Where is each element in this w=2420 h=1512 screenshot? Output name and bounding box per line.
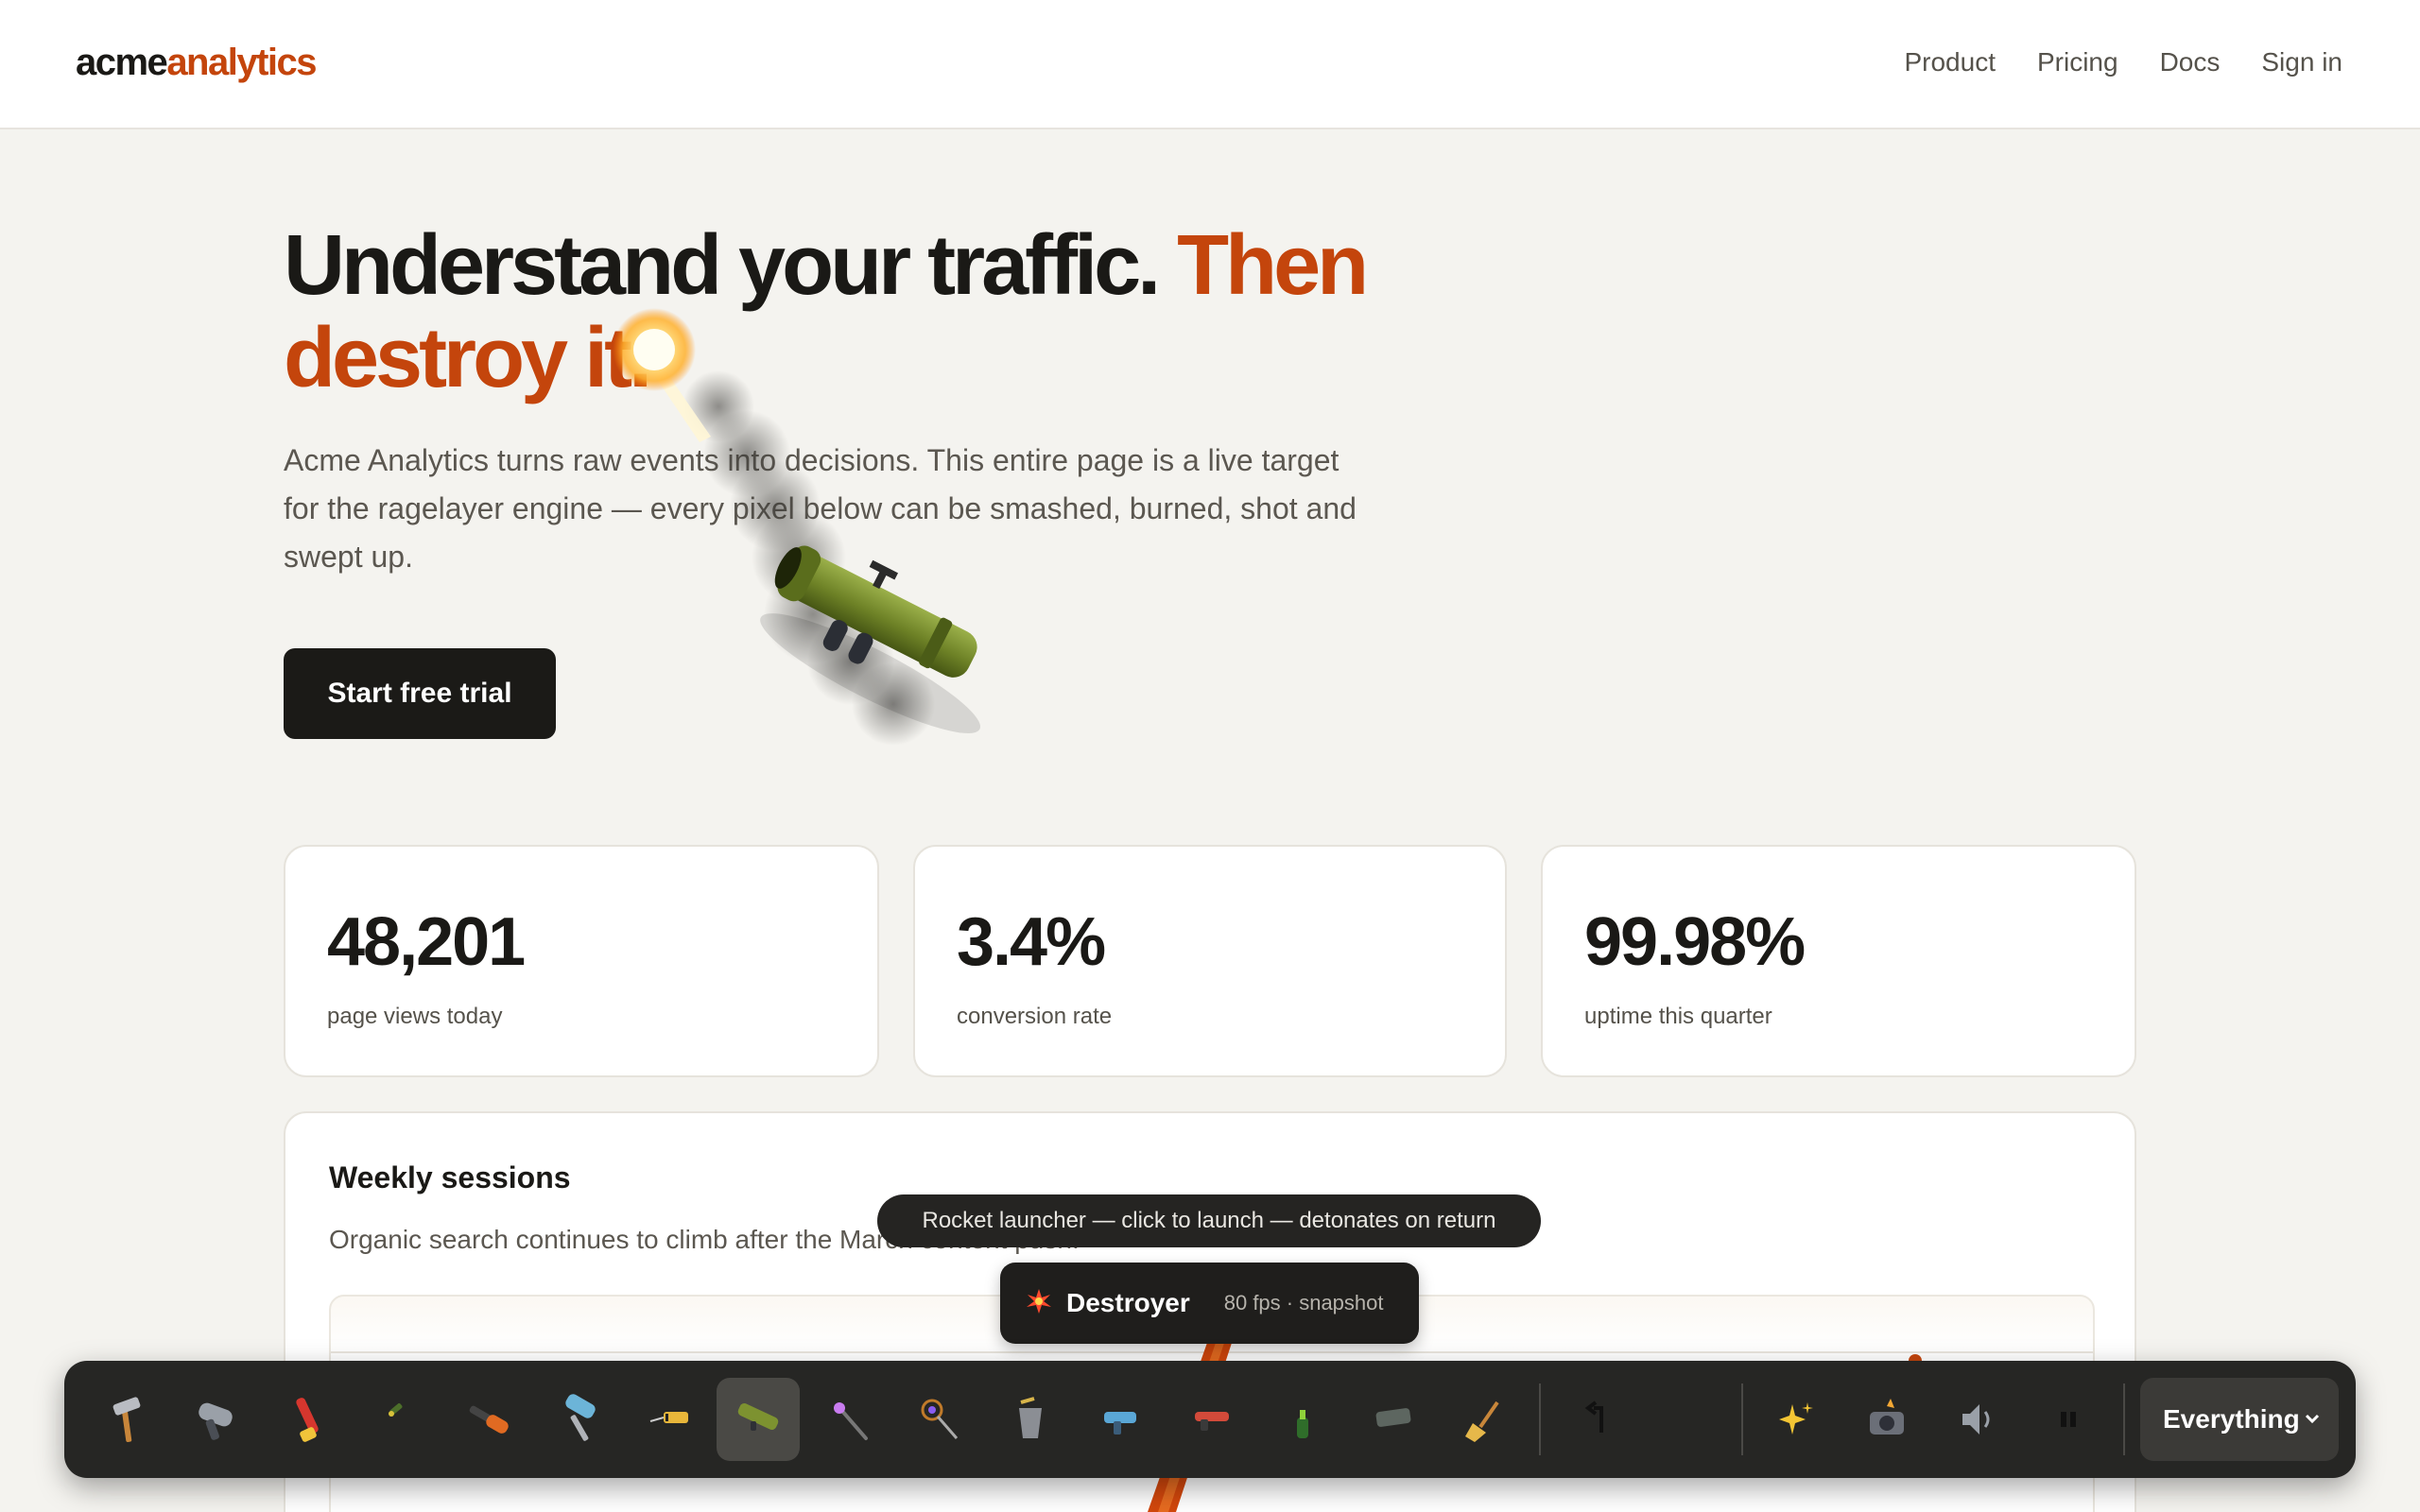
stat-value: 99.98% [1584,904,1806,980]
pause-icon[interactable] [2027,1378,2110,1461]
hero-subtitle: Acme Analytics turns raw events into dec… [284,443,1357,574]
hero-title-main: Understand your traffic. [284,218,1161,313]
stat-card-conversion: 3.4% conversion rate [913,845,1507,1077]
pistol-icon[interactable] [357,1378,441,1461]
rocket-launcher-icon[interactable] [717,1378,800,1461]
blowtorch-icon[interactable] [448,1378,531,1461]
target-scope-select[interactable]: Everything [2140,1378,2339,1461]
bottle-icon[interactable] [1261,1378,1344,1461]
stat-label: uptime this quarter [1584,1004,1772,1029]
speaker-icon[interactable] [1936,1378,2019,1461]
hero-title: Understand your traffic. Then destroy it… [284,219,1399,404]
logo-wordmark-main: acme [76,42,168,83]
tool-tooltip: Rocket launcher — click to launch — deto… [877,1194,1541,1247]
toolbar-divider [2123,1383,2125,1455]
paint-roller-icon[interactable] [539,1378,622,1461]
hammer-icon[interactable] [85,1378,168,1461]
stat-card-uptime: 99.98% uptime this quarter [1541,845,2136,1077]
bucket-icon[interactable] [989,1378,1072,1461]
start-free-trial-button[interactable]: Start free trial [284,648,556,739]
hairdryer-icon[interactable] [176,1378,259,1461]
magic-wand-icon[interactable] [807,1378,890,1461]
stat-label: conversion rate [957,1004,1113,1029]
dynamite-icon[interactable] [630,1378,713,1461]
lollipop-icon[interactable] [898,1378,981,1461]
toolbar-divider [1741,1383,1743,1455]
hud-title: Destroyer [1066,1288,1190,1317]
nav-link-docs[interactable]: Docs [2160,47,2221,77]
stat-label: page views today [327,1004,503,1029]
chainsaw-icon[interactable] [267,1378,350,1461]
undo-icon[interactable] [1556,1378,1639,1461]
weekly-sessions-title: Weekly sessions [329,1160,571,1194]
target-scope-value: Everything [2163,1404,2300,1434]
camera-flash-icon[interactable] [1845,1378,1928,1461]
nav-link-product[interactable]: Product [1904,47,1996,77]
broom-icon[interactable] [1443,1378,1526,1461]
explosion-icon [1027,1288,1051,1318]
sparkles-icon[interactable] [1754,1378,1838,1461]
chevron-down-icon [2305,1414,2320,1424]
stat-card-page-views: 48,201 page views today [284,845,879,1077]
nav-link-pricing[interactable]: Pricing [2037,47,2118,77]
nav-links: Product Pricing Docs Sign in [1904,47,2342,77]
nav-link-sign-in[interactable]: Sign in [2261,47,2342,77]
top-navigation: acmeanalytics Product Pricing Docs Sign … [0,0,2420,129]
chart-gridline [331,1351,2093,1353]
stat-value: 48,201 [327,904,526,980]
logo-wordmark-accent: analytics [166,42,317,83]
stat-value: 3.4% [957,904,1106,980]
eraser-icon[interactable] [1352,1378,1435,1461]
logo[interactable]: acmeanalytics [76,42,318,84]
hud-stats: 80 fps · snapshot [1223,1291,1384,1314]
destroyer-hud: Destroyer 80 fps · snapshot [1000,1263,1419,1344]
weapon-toolbar: Everything [64,1361,2356,1478]
ray-gun-icon[interactable] [1080,1378,1163,1461]
lighter-icon[interactable] [1170,1378,1253,1461]
toolbar-divider [1539,1383,1541,1455]
